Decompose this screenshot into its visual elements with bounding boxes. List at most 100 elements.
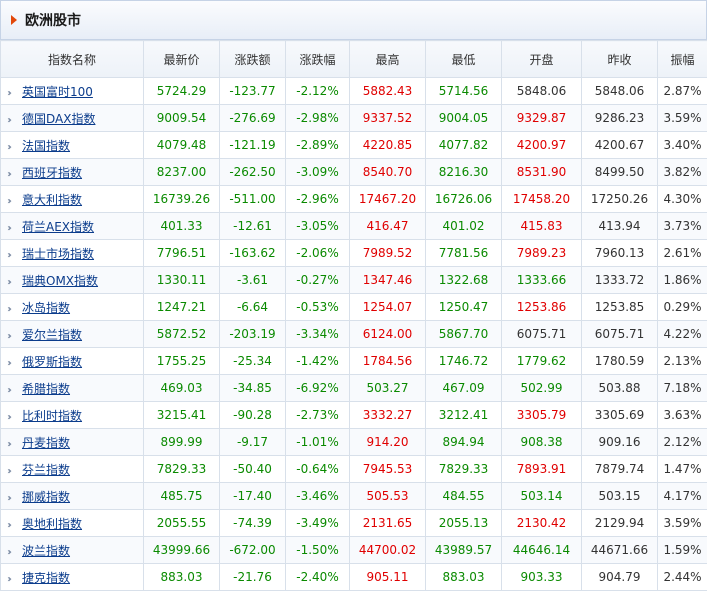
index-name-link[interactable]: 丹麦指数 <box>22 436 70 450</box>
latest-price-cell: 883.03 <box>144 564 220 591</box>
low-cell: 7829.33 <box>426 456 502 483</box>
change-pct-cell: -3.09% <box>286 159 350 186</box>
table-row: ››奥地利指数2055.55-74.39-3.49%2131.652055.13… <box>1 510 707 537</box>
latest-price-cell: 7829.33 <box>144 456 220 483</box>
index-name-link[interactable]: 瑞典OMX指数 <box>22 274 98 288</box>
index-name-link[interactable]: 希腊指数 <box>22 382 70 396</box>
high-cell: 8540.70 <box>350 159 426 186</box>
index-name-link[interactable]: 法国指数 <box>22 139 70 153</box>
change-cell: -9.17 <box>220 429 286 456</box>
col-header-change-pct[interactable]: 涨跌幅 <box>286 41 350 78</box>
index-name-cell: ››爱尔兰指数 <box>1 321 144 348</box>
low-cell: 9004.05 <box>426 105 502 132</box>
col-header-low[interactable]: 最低 <box>426 41 502 78</box>
change-pct-cell: -1.01% <box>286 429 350 456</box>
index-name-cell: ››芬兰指数 <box>1 456 144 483</box>
low-cell: 1250.47 <box>426 294 502 321</box>
index-name-link[interactable]: 英国富时100 <box>22 85 93 99</box>
index-name-cell: ››丹麦指数 <box>1 429 144 456</box>
change-cell: -34.85 <box>220 375 286 402</box>
index-name-link[interactable]: 冰岛指数 <box>22 301 70 315</box>
low-cell: 401.02 <box>426 213 502 240</box>
low-cell: 5867.70 <box>426 321 502 348</box>
double-chevron-icon: ›› <box>7 304 19 315</box>
col-header-latest[interactable]: 最新价 <box>144 41 220 78</box>
prev-close-cell: 9286.23 <box>582 105 658 132</box>
change-cell: -12.61 <box>220 213 286 240</box>
col-header-prev-close[interactable]: 昨收 <box>582 41 658 78</box>
table-row: ››德国DAX指数9009.54-276.69-2.98%9337.529004… <box>1 105 707 132</box>
index-name-link[interactable]: 西班牙指数 <box>22 166 82 180</box>
double-chevron-icon: ›› <box>7 196 19 207</box>
index-name-link[interactable]: 意大利指数 <box>22 193 82 207</box>
index-name-link[interactable]: 俄罗斯指数 <box>22 355 82 369</box>
index-name-cell: ››荷兰AEX指数 <box>1 213 144 240</box>
index-name-link[interactable]: 芬兰指数 <box>22 463 70 477</box>
index-name-link[interactable]: 比利时指数 <box>22 409 82 423</box>
change-cell: -672.00 <box>220 537 286 564</box>
prev-close-cell: 1333.72 <box>582 267 658 294</box>
index-name-link[interactable]: 波兰指数 <box>22 544 70 558</box>
change-cell: -90.28 <box>220 402 286 429</box>
index-name-cell: ››英国富时100 <box>1 78 144 105</box>
latest-price-cell: 1330.11 <box>144 267 220 294</box>
open-cell: 502.99 <box>502 375 582 402</box>
index-name-link[interactable]: 德国DAX指数 <box>22 112 95 126</box>
amplitude-cell: 3.59% <box>658 510 707 537</box>
col-header-open[interactable]: 开盘 <box>502 41 582 78</box>
open-cell: 17458.20 <box>502 186 582 213</box>
latest-price-cell: 16739.26 <box>144 186 220 213</box>
amplitude-cell: 2.61% <box>658 240 707 267</box>
chevron-right-icon <box>11 15 17 25</box>
double-chevron-icon: ›› <box>7 88 19 99</box>
amplitude-cell: 1.59% <box>658 537 707 564</box>
amplitude-cell: 7.18% <box>658 375 707 402</box>
index-name-cell: ››意大利指数 <box>1 186 144 213</box>
change-cell: -6.64 <box>220 294 286 321</box>
prev-close-cell: 3305.69 <box>582 402 658 429</box>
table-header-row: 指数名称 最新价 涨跌额 涨跌幅 最高 最低 开盘 昨收 振幅 <box>1 41 707 78</box>
index-name-link[interactable]: 荷兰AEX指数 <box>22 220 94 234</box>
index-name-link[interactable]: 瑞士市场指数 <box>22 247 94 261</box>
index-name-cell: ››捷克指数 <box>1 564 144 591</box>
panel-title: 欧洲股市 <box>25 10 81 30</box>
high-cell: 503.27 <box>350 375 426 402</box>
change-pct-cell: -0.64% <box>286 456 350 483</box>
table-row: ››意大利指数16739.26-511.00-2.96%17467.201672… <box>1 186 707 213</box>
col-header-name[interactable]: 指数名称 <box>1 41 144 78</box>
high-cell: 416.47 <box>350 213 426 240</box>
change-pct-cell: -2.98% <box>286 105 350 132</box>
change-cell: -21.76 <box>220 564 286 591</box>
amplitude-cell: 2.12% <box>658 429 707 456</box>
low-cell: 894.94 <box>426 429 502 456</box>
index-name-cell: ››法国指数 <box>1 132 144 159</box>
open-cell: 415.83 <box>502 213 582 240</box>
prev-close-cell: 44671.66 <box>582 537 658 564</box>
prev-close-cell: 7960.13 <box>582 240 658 267</box>
index-name-link[interactable]: 奥地利指数 <box>22 517 82 531</box>
index-name-cell: ››瑞士市场指数 <box>1 240 144 267</box>
col-header-high[interactable]: 最高 <box>350 41 426 78</box>
index-name-link[interactable]: 捷克指数 <box>22 571 70 585</box>
latest-price-cell: 7796.51 <box>144 240 220 267</box>
col-header-amplitude[interactable]: 振幅 <box>658 41 707 78</box>
col-header-change[interactable]: 涨跌额 <box>220 41 286 78</box>
low-cell: 1746.72 <box>426 348 502 375</box>
change-pct-cell: -2.40% <box>286 564 350 591</box>
high-cell: 17467.20 <box>350 186 426 213</box>
high-cell: 905.11 <box>350 564 426 591</box>
open-cell: 6075.71 <box>502 321 582 348</box>
open-cell: 1253.86 <box>502 294 582 321</box>
index-name-link[interactable]: 爱尔兰指数 <box>22 328 82 342</box>
high-cell: 7945.53 <box>350 456 426 483</box>
high-cell: 914.20 <box>350 429 426 456</box>
open-cell: 2130.42 <box>502 510 582 537</box>
index-name-link[interactable]: 挪威指数 <box>22 490 70 504</box>
index-name-cell: ››德国DAX指数 <box>1 105 144 132</box>
table-row: ››挪威指数485.75-17.40-3.46%505.53484.55503.… <box>1 483 707 510</box>
change-pct-cell: -3.34% <box>286 321 350 348</box>
latest-price-cell: 1247.21 <box>144 294 220 321</box>
latest-price-cell: 8237.00 <box>144 159 220 186</box>
change-cell: -25.34 <box>220 348 286 375</box>
table-row: ››芬兰指数7829.33-50.40-0.64%7945.537829.337… <box>1 456 707 483</box>
